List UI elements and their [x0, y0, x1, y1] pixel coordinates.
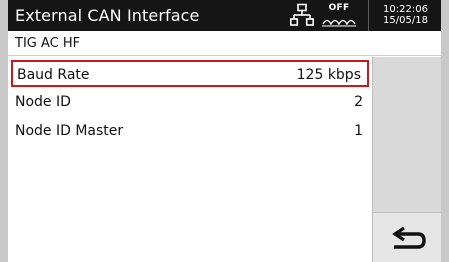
mode-bar: TIG AC HF	[8, 31, 441, 56]
list-item-node-id[interactable]: Node ID 2	[11, 89, 369, 116]
welding-mode-label: TIG AC HF	[15, 36, 81, 51]
mode-bar-divider	[8, 55, 441, 56]
list-item-value: 2	[354, 94, 363, 110]
wave-icon	[322, 19, 356, 27]
list-item-value: 125 kbps	[296, 67, 361, 83]
device-screen: External CAN Interface OFF 10:22:06 15/0…	[8, 0, 441, 262]
list-item-label: Node ID	[15, 94, 71, 110]
network-icon	[290, 3, 315, 27]
parameter-list: Baud Rate 125 kbps Node ID 2 Node ID Mas…	[8, 57, 372, 262]
list-item-label: Baud Rate	[17, 67, 90, 83]
back-arrow-icon	[392, 226, 426, 249]
status-label: OFF	[328, 3, 350, 13]
status-indicator: OFF	[317, 2, 361, 29]
page-title: External CAN Interface	[15, 6, 200, 25]
clock-date: 15/05/18	[383, 15, 428, 26]
header-divider	[368, 0, 369, 31]
list-item-node-id-master[interactable]: Node ID Master 1	[11, 118, 369, 145]
clock-time: 10:22:06	[383, 4, 428, 15]
list-item-label: Node ID Master	[15, 123, 124, 139]
title-bar: External CAN Interface OFF 10:22:06 15/0…	[8, 0, 441, 31]
back-button[interactable]	[372, 212, 441, 262]
list-item-baud-rate[interactable]: Baud Rate 125 kbps	[11, 60, 369, 87]
scrollbar[interactable]	[372, 57, 441, 212]
list-item-value: 1	[354, 123, 363, 139]
